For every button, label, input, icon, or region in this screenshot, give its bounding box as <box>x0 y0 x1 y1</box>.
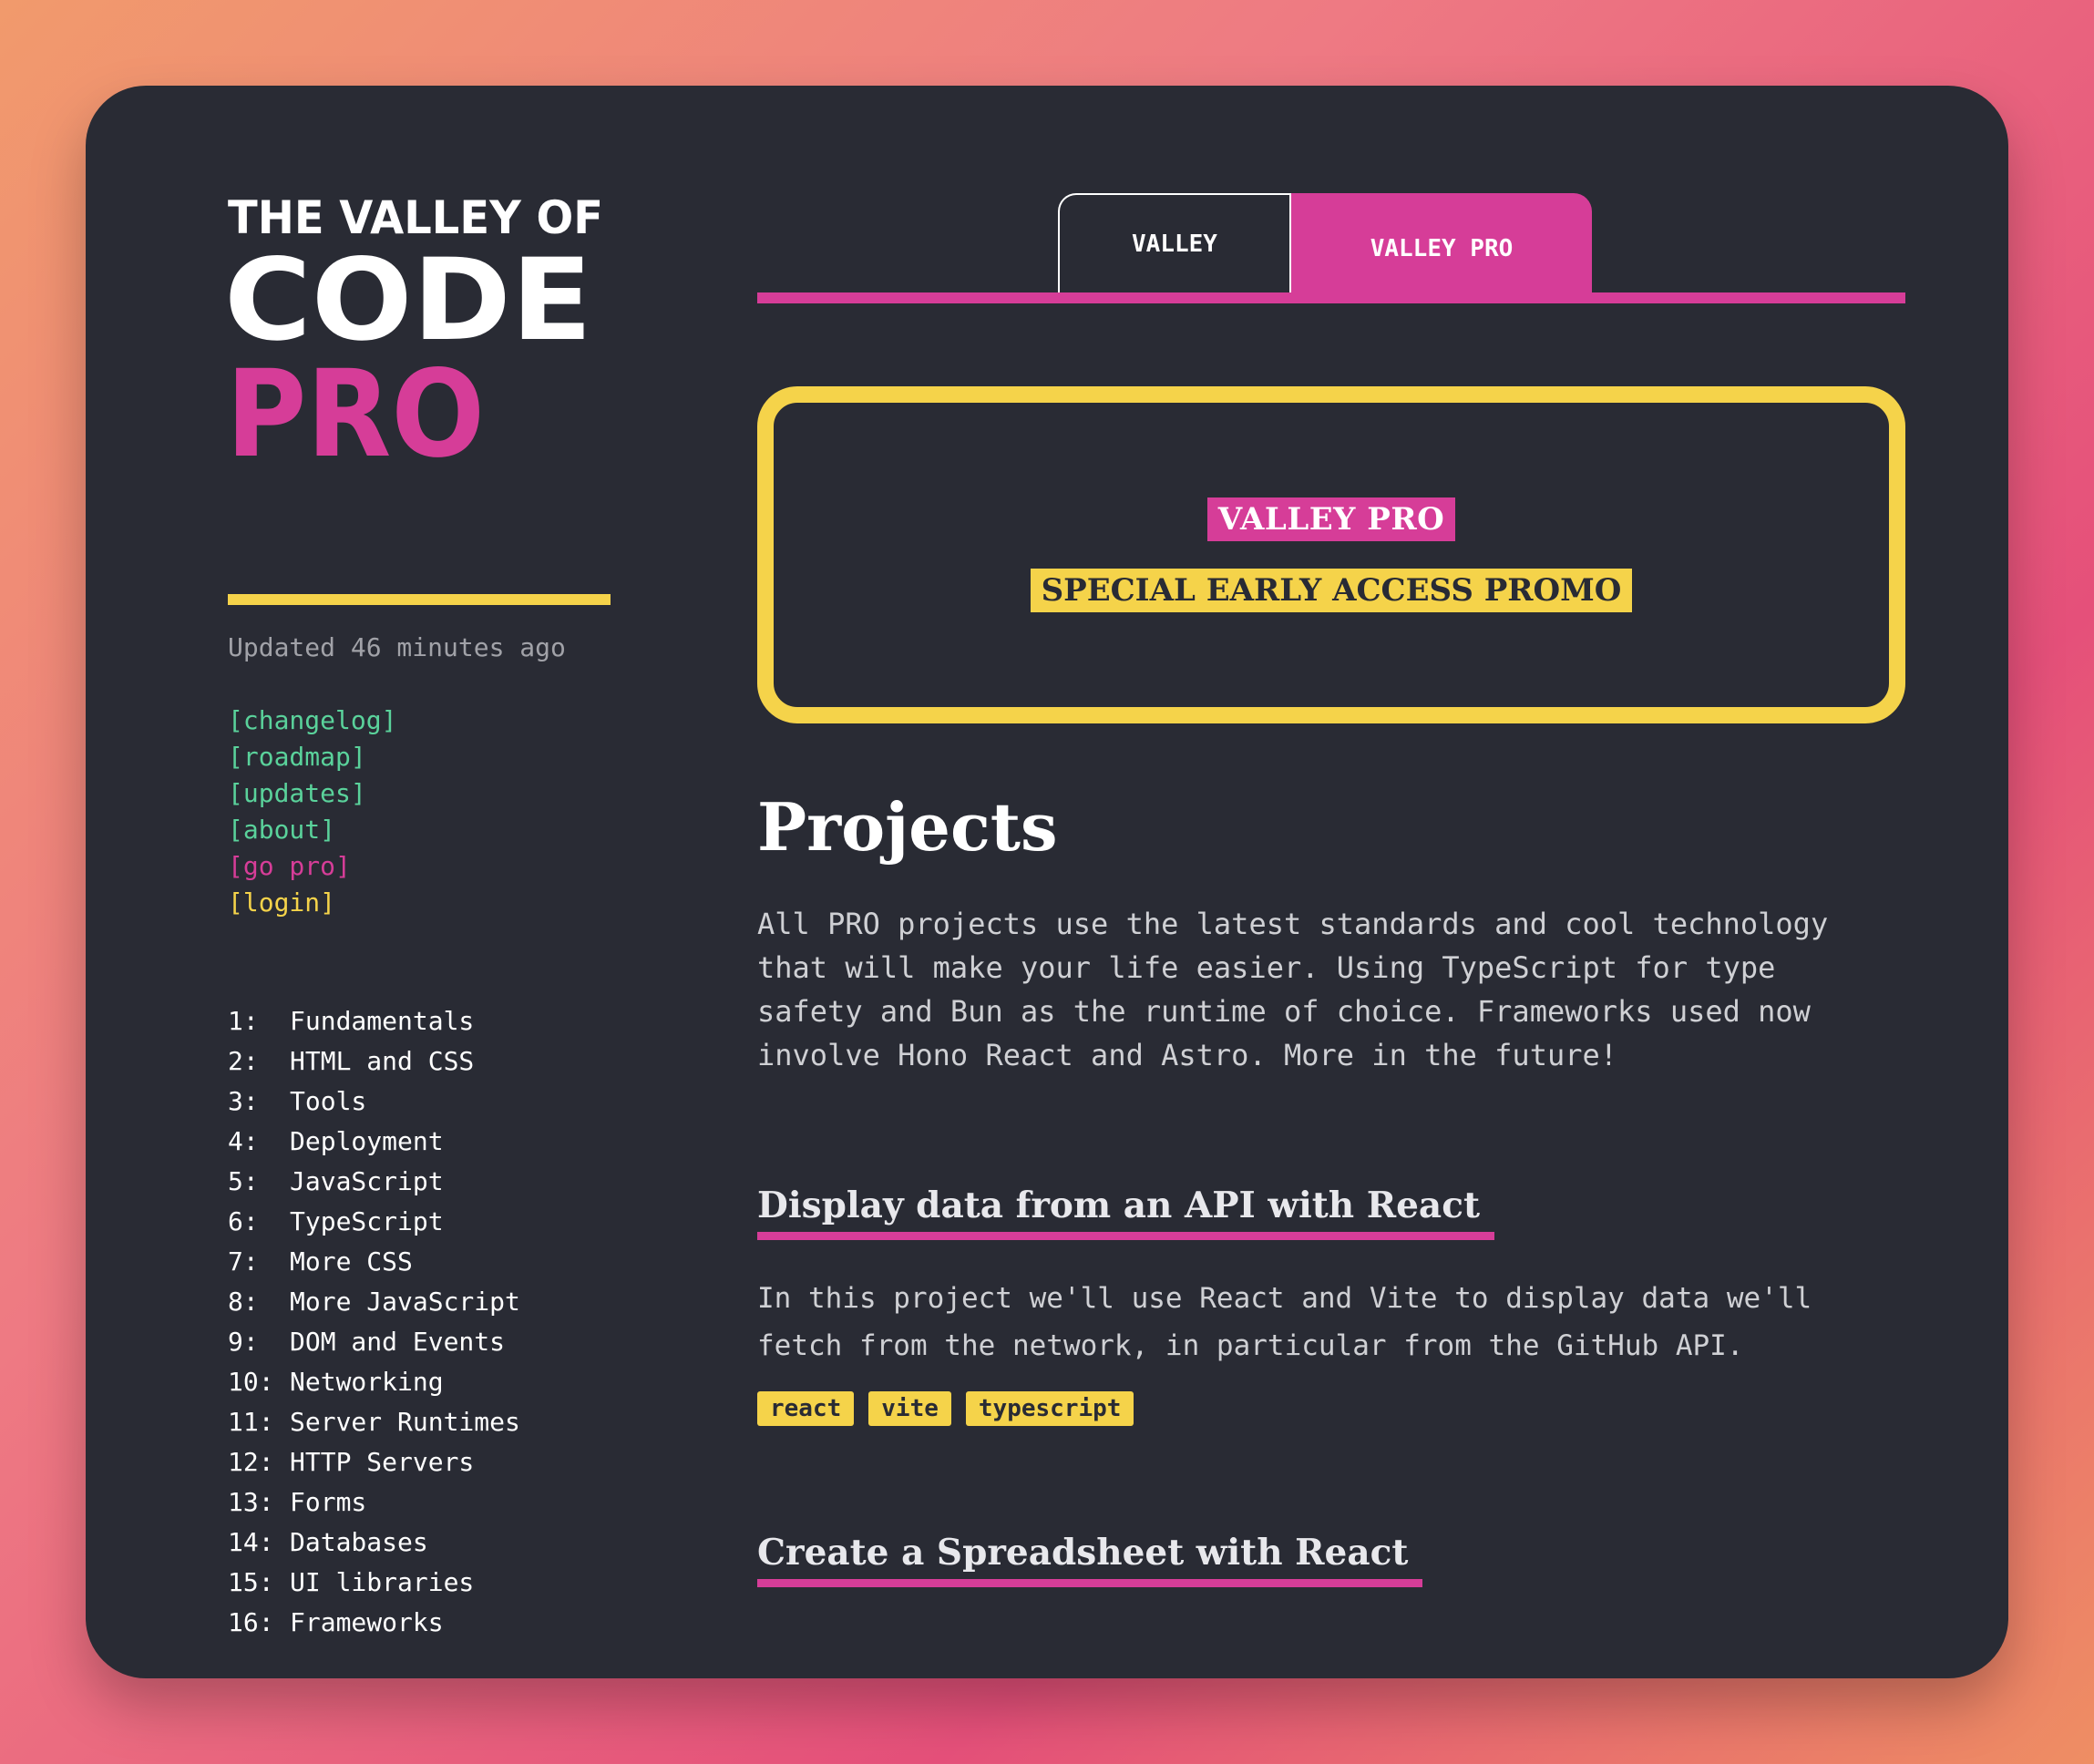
projects-intro: All PRO projects use the latest standard… <box>757 907 1829 1072</box>
project-card: Create a Spreadsheet with React <box>757 1532 1905 1587</box>
toc-item-number: 10: <box>228 1367 274 1397</box>
toc-item-label[interactable]: Networking <box>290 1362 444 1402</box>
toc-item-label[interactable]: More CSS <box>290 1242 413 1282</box>
toc-item-number: 13: <box>228 1487 274 1517</box>
tab-valley-pro[interactable]: VALLEY PRO <box>1291 193 1592 303</box>
main-content: VALLEY VALLEY PRO VALLEY PRO SPECIAL EAR… <box>757 193 1905 1587</box>
sidebar-links: [changelog] [roadmap] [updates] [about] … <box>228 703 611 921</box>
toc-item-label[interactable]: Databases <box>290 1523 428 1563</box>
toc-item-number: 8: <box>228 1287 259 1317</box>
toc-item-number: 4: <box>228 1126 259 1156</box>
toc-item-number: 6: <box>228 1206 259 1236</box>
toc-item[interactable]: 11: Server Runtimes <box>228 1402 611 1442</box>
toc-item-number: 11: <box>228 1407 274 1437</box>
updates-link[interactable]: [updates] <box>228 775 611 812</box>
toc-item-label[interactable]: DOM and Events <box>290 1322 505 1362</box>
tab-bar: VALLEY VALLEY PRO <box>757 193 1905 303</box>
toc-item-number: 15: <box>228 1567 274 1597</box>
toc-item[interactable]: 14: Databases <box>228 1523 611 1563</box>
toc-item[interactable]: 10: Networking <box>228 1362 611 1402</box>
roadmap-link[interactable]: [roadmap] <box>228 739 611 775</box>
toc-item-label[interactable]: Fundamentals <box>290 1001 474 1041</box>
logo-line3: PRO <box>228 344 485 485</box>
page-title: Projects <box>757 788 1058 866</box>
promo-text: SPECIAL EARLY ACCESS PROMO <box>1030 569 1633 612</box>
tag-typescript[interactable]: typescript <box>965 1391 1134 1426</box>
toc-item[interactable]: 9: DOM and Events <box>228 1322 611 1362</box>
updated-timestamp: Updated 46 minutes ago <box>228 632 566 662</box>
toc-item[interactable]: 6: TypeScript <box>228 1202 611 1242</box>
tag-vite[interactable]: vite <box>868 1391 951 1426</box>
toc-item-label[interactable]: More JavaScript <box>290 1282 520 1322</box>
toc-item[interactable]: 1: Fundamentals <box>228 1001 611 1041</box>
toc-item-label[interactable]: TypeScript <box>290 1202 444 1242</box>
toc-item-number: 14: <box>228 1527 274 1557</box>
toc-item-label[interactable]: HTML and CSS <box>290 1041 474 1082</box>
promo-badge: VALLEY PRO <box>1206 497 1456 541</box>
tag-react[interactable]: react <box>757 1391 855 1426</box>
toc-item-number: 12: <box>228 1447 274 1477</box>
app-window: THE VALLEY OF CODE PRO Updated 46 minute… <box>86 86 2008 1678</box>
toc-item[interactable]: 15: UI libraries <box>228 1563 611 1603</box>
toc-item[interactable]: 16: Frameworks <box>228 1603 611 1643</box>
project-card: Display data from an API with React In t… <box>757 1185 1905 1426</box>
sidebar: THE VALLEY OF CODE PRO Updated 46 minute… <box>224 186 611 1668</box>
toc-item[interactable]: 7: More CSS <box>228 1242 611 1282</box>
project-title-link[interactable]: Create a Spreadsheet with React <box>757 1532 1423 1587</box>
toc-item-label[interactable]: Server Runtimes <box>290 1402 520 1442</box>
toc-item-number: 9: <box>228 1327 259 1357</box>
logo-underline <box>228 594 611 610</box>
project-description: In this project we'll use React and Vite… <box>757 1282 1812 1362</box>
toc-item-label[interactable]: JavaScript <box>290 1162 444 1202</box>
about-link[interactable]: [about] <box>228 812 611 848</box>
toc-item[interactable]: 5: JavaScript <box>228 1162 611 1202</box>
table-of-contents: 1: Fundamentals 2: HTML and CSS 3: Tools 4:… <box>228 1001 611 1643</box>
toc-item-number: 16: <box>228 1607 274 1637</box>
toc-item[interactable]: 12: HTTP Servers <box>228 1442 611 1482</box>
toc-item-number: 5: <box>228 1166 259 1196</box>
toc-item-label[interactable]: Frameworks <box>290 1603 444 1643</box>
login-link[interactable]: [login] <box>228 885 611 921</box>
toc-item-number: 3: <box>228 1086 259 1116</box>
toc-item-label[interactable]: Forms <box>290 1482 366 1523</box>
promo-banner[interactable]: VALLEY PRO SPECIAL EARLY ACCESS PROMO <box>757 386 1905 723</box>
toc-item-label[interactable]: HTTP Servers <box>290 1442 474 1482</box>
toc-item-label[interactable]: Tools <box>290 1082 366 1122</box>
toc-item[interactable]: 13: Forms <box>228 1482 611 1523</box>
toc-item[interactable]: 8: More JavaScript <box>228 1282 611 1322</box>
changelog-link[interactable]: [changelog] <box>228 703 611 739</box>
toc-item-label[interactable]: Deployment <box>290 1122 444 1162</box>
toc-item[interactable]: 3: Tools <box>228 1082 611 1122</box>
toc-item-number: 2: <box>228 1046 259 1076</box>
go-pro-link[interactable]: [go pro] <box>228 848 611 885</box>
project-title-link[interactable]: Display data from an API with React <box>757 1185 1494 1240</box>
toc-item-number: 7: <box>228 1246 259 1277</box>
toc-item-number: 1: <box>228 1006 259 1036</box>
tab-valley[interactable]: VALLEY <box>1058 193 1291 292</box>
site-logo[interactable]: THE VALLEY OF CODE PRO <box>224 186 611 610</box>
toc-item-label[interactable]: UI libraries <box>290 1563 474 1603</box>
toc-item[interactable]: 4: Deployment <box>228 1122 611 1162</box>
project-tags: react vite typescript <box>757 1391 1905 1426</box>
toc-item[interactable]: 2: HTML and CSS <box>228 1041 611 1082</box>
